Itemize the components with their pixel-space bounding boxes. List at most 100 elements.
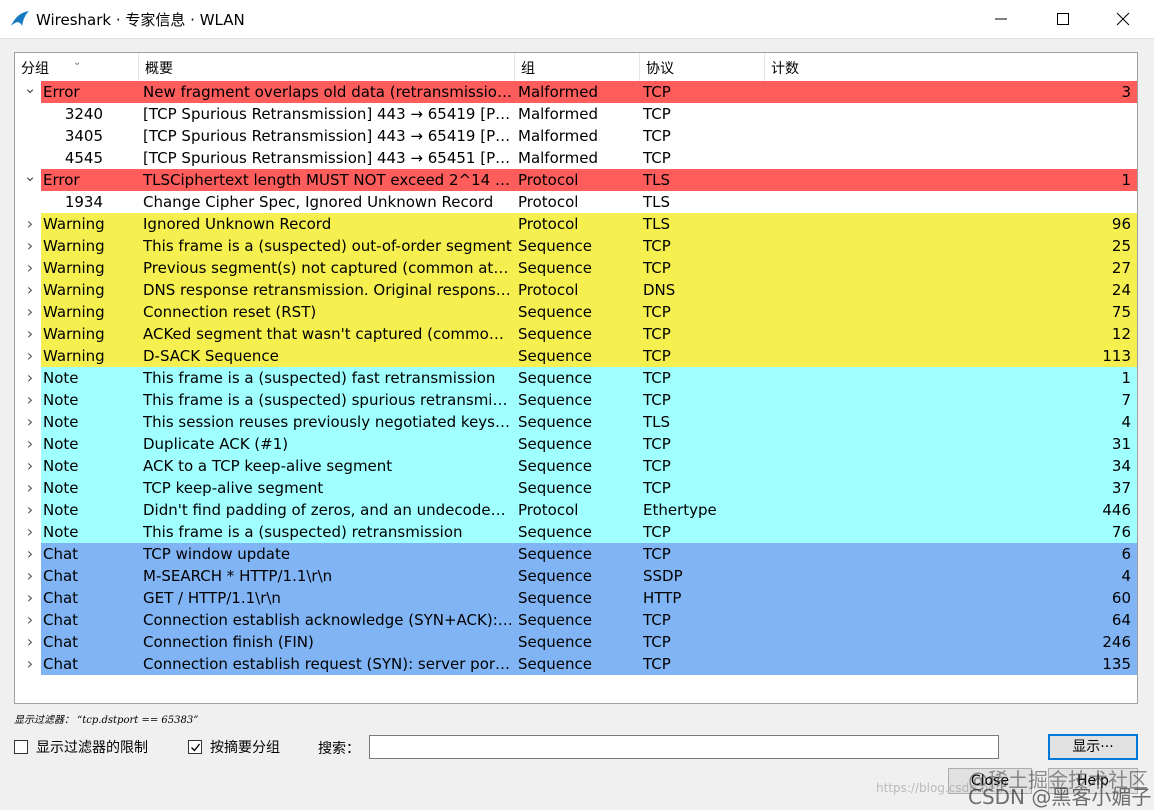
chevron-right-icon[interactable]: ›: [21, 411, 39, 433]
expert-packet-row[interactable]: 3240 [TCP Spurious Retransmission] 443 → …: [15, 103, 1137, 125]
chevron-right-icon[interactable]: ›: [21, 433, 39, 455]
protocol-cell: TCP: [643, 127, 671, 145]
severity-label: Warning: [43, 347, 105, 365]
category-cell: Malformed: [518, 149, 599, 167]
chevron-right-icon[interactable]: ›: [21, 213, 39, 235]
close-window-button[interactable]: [1100, 0, 1146, 38]
limit-to-filter-checkbox[interactable]: 显示过滤器的限制: [14, 738, 148, 756]
chevron-right-icon[interactable]: ›: [21, 587, 39, 609]
expert-group-row[interactable]: › Warning Previous segment(s) not captured…: [15, 257, 1137, 279]
display-filter-note: 显示过滤器： “tcp.dstport == 65383”: [14, 715, 199, 726]
expert-group-row[interactable]: › Note This frame is a (suspected) retrans…: [15, 521, 1137, 543]
expert-group-row[interactable]: ⌄ Error New fragment overlaps old data (re…: [15, 81, 1137, 103]
protocol-cell: TCP: [643, 325, 671, 343]
count-cell: 6: [1121, 545, 1131, 563]
chevron-right-icon[interactable]: ›: [21, 521, 39, 543]
protocol-cell: TCP: [643, 457, 671, 475]
summary-cell: Ignored Unknown Record: [143, 215, 332, 233]
protocol-cell: TCP: [643, 303, 671, 321]
minimize-button[interactable]: [978, 0, 1024, 38]
maximize-button[interactable]: [1040, 0, 1086, 38]
category-cell: Sequence: [518, 479, 592, 497]
expert-group-row[interactable]: › Warning Ignored Unknown Record Protocol TL…: [15, 213, 1137, 235]
count-cell: 64: [1111, 611, 1131, 629]
expert-group-row[interactable]: › Note Didn't find padding of zeros, and a…: [15, 499, 1137, 521]
expert-group-row[interactable]: › Chat Connection establish acknowledge (S…: [15, 609, 1137, 631]
expert-group-row[interactable]: › Warning ACKed segment that wasn't captur…: [15, 323, 1137, 345]
expert-group-row[interactable]: › Note This session reuses previously nego…: [15, 411, 1137, 433]
protocol-cell: Ethertype: [643, 501, 717, 519]
chevron-right-icon[interactable]: ›: [21, 235, 39, 257]
expert-group-row[interactable]: › Note TCP keep-alive segment Sequence TCP 37: [15, 477, 1137, 499]
chevron-right-icon[interactable]: ›: [21, 609, 39, 631]
summary-cell: Previous segment(s) not captured (common…: [143, 259, 513, 277]
chevron-right-icon[interactable]: ›: [21, 279, 39, 301]
chevron-right-icon[interactable]: ›: [21, 257, 39, 279]
summary-cell: TLSCiphertext length MUST NOT exceed 2^1…: [143, 171, 513, 189]
column-header-summary[interactable]: 概要: [139, 53, 515, 81]
category-cell: Sequence: [518, 589, 592, 607]
count-cell: 76: [1111, 523, 1131, 541]
search-input[interactable]: [369, 735, 999, 759]
expert-group-row[interactable]: › Chat M-SEARCH * HTTP/1.1\r\n Sequence SSDP…: [15, 565, 1137, 587]
chevron-right-icon[interactable]: ›: [21, 477, 39, 499]
chevron-right-icon[interactable]: ›: [21, 301, 39, 323]
category-cell: Sequence: [518, 457, 592, 475]
group-by-summary-checkbox[interactable]: 按摘要分组: [188, 738, 280, 756]
chevron-right-icon[interactable]: ›: [21, 565, 39, 587]
minimize-icon: [995, 18, 1007, 20]
expert-group-row[interactable]: › Chat TCP window update Sequence TCP 6: [15, 543, 1137, 565]
expert-packet-row[interactable]: 1934 Change Cipher Spec, Ignored Unknown …: [15, 191, 1137, 213]
count-cell: 60: [1111, 589, 1131, 607]
expert-group-row[interactable]: › Note This frame is a (suspected) fast re…: [15, 367, 1137, 389]
protocol-cell: TCP: [643, 237, 671, 255]
chevron-down-icon[interactable]: ⌄: [21, 169, 39, 191]
chevron-right-icon[interactable]: ›: [21, 345, 39, 367]
show-button[interactable]: 显示···: [1048, 734, 1138, 760]
category-cell: Protocol: [518, 215, 579, 233]
protocol-cell: TLS: [643, 413, 671, 431]
column-header-group[interactable]: ⌄ 分组: [15, 53, 139, 81]
chevron-right-icon[interactable]: ›: [21, 499, 39, 521]
column-header-category[interactable]: 组: [515, 53, 640, 81]
chevron-right-icon[interactable]: ›: [21, 631, 39, 653]
chevron-right-icon[interactable]: ›: [21, 455, 39, 477]
expert-group-row[interactable]: › Warning DNS response retransmission. Ori…: [15, 279, 1137, 301]
chevron-right-icon[interactable]: ›: [21, 389, 39, 411]
count-cell: 31: [1111, 435, 1131, 453]
chevron-down-icon[interactable]: ⌄: [21, 81, 39, 103]
summary-cell: GET / HTTP/1.1\r\n: [143, 589, 281, 607]
column-header-count[interactable]: 计数: [765, 53, 1137, 81]
expert-group-row[interactable]: › Warning This frame is a (suspected) out-…: [15, 235, 1137, 257]
chevron-right-icon[interactable]: ›: [21, 543, 39, 565]
expert-info-tree[interactable]: ⌄ 分组 概要 组 协议 计数 ⌄ Error New fragment overl…: [14, 52, 1138, 704]
expert-group-row[interactable]: › Note This frame is a (suspected) spuriou…: [15, 389, 1137, 411]
summary-cell: [TCP Spurious Retransmission] 443 → 6545…: [143, 149, 513, 167]
expert-group-row[interactable]: › Chat Connection establish request (SYN):…: [15, 653, 1137, 675]
column-header-protocol[interactable]: 协议: [640, 53, 765, 81]
chevron-right-icon[interactable]: ›: [21, 653, 39, 675]
chevron-right-icon[interactable]: ›: [21, 323, 39, 345]
summary-cell: This frame is a (suspected) fast retrans…: [143, 369, 496, 387]
category-cell: Sequence: [518, 413, 592, 431]
category-cell: Sequence: [518, 325, 592, 343]
checkbox-unchecked[interactable]: [14, 740, 28, 754]
expert-packet-row[interactable]: 3405 [TCP Spurious Retransmission] 443 → …: [15, 125, 1137, 147]
expert-group-row[interactable]: › Chat GET / HTTP/1.1\r\n Sequence HTTP 60: [15, 587, 1137, 609]
expert-group-row[interactable]: › Chat Connection finish (FIN) Sequence TCP 2…: [15, 631, 1137, 653]
severity-label: Note: [43, 369, 79, 387]
expert-group-row[interactable]: ⌄ Error TLSCiphertext length MUST NOT exce…: [15, 169, 1137, 191]
expert-packet-row[interactable]: 4545 [TCP Spurious Retransmission] 443 → …: [15, 147, 1137, 169]
severity-label: Chat: [43, 567, 79, 585]
expert-group-row[interactable]: › Note ACK to a TCP keep-alive segment Sequ…: [15, 455, 1137, 477]
checkbox-checked[interactable]: [188, 740, 202, 754]
count-cell: 246: [1102, 633, 1131, 651]
protocol-cell: TCP: [643, 655, 671, 673]
limit-to-filter-label: 显示过滤器的限制: [36, 740, 148, 756]
expert-group-row[interactable]: › Warning D-SACK Sequence Sequence TCP 113: [15, 345, 1137, 367]
expert-group-row[interactable]: › Note Duplicate ACK (#1) Sequence TCP 31: [15, 433, 1137, 455]
count-cell: 4: [1121, 413, 1131, 431]
packet-number: 3405: [64, 127, 103, 145]
expert-group-row[interactable]: › Warning Connection reset (RST) Sequence TC…: [15, 301, 1137, 323]
chevron-right-icon[interactable]: ›: [21, 367, 39, 389]
